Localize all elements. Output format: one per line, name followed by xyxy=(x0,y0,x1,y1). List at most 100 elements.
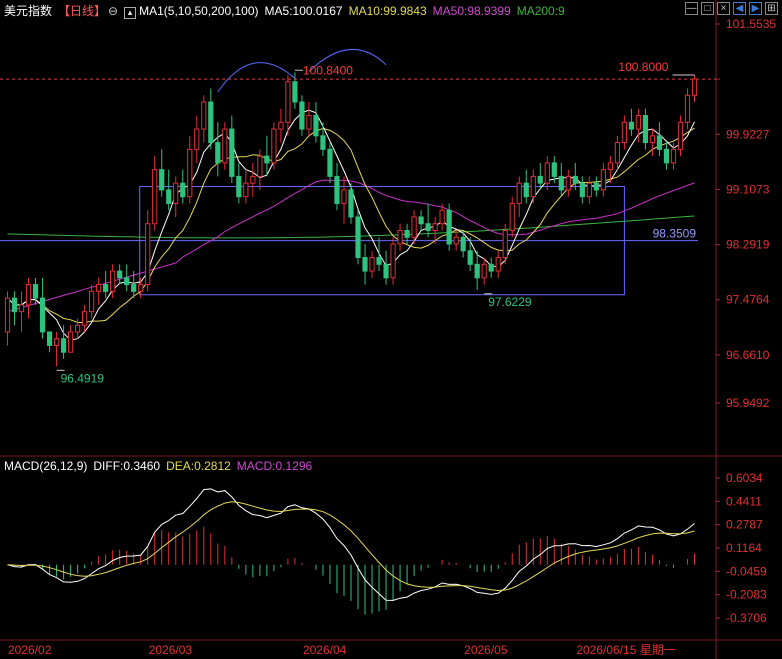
candle-up xyxy=(691,78,698,96)
candle-down xyxy=(376,257,382,265)
candle-down xyxy=(642,115,649,144)
candle-down xyxy=(474,263,480,279)
candle-up xyxy=(201,101,207,130)
candle-down xyxy=(292,81,298,103)
price-tick-label: 98.2919 xyxy=(726,238,770,252)
candle-up xyxy=(502,229,508,259)
candle-down xyxy=(467,250,473,265)
candle-down xyxy=(663,148,670,164)
candle-down xyxy=(11,297,18,313)
candle-down xyxy=(460,236,466,252)
candle-up xyxy=(138,284,144,292)
candle-down xyxy=(362,257,368,272)
candle-up xyxy=(194,128,200,150)
candle-down xyxy=(558,175,564,191)
candle-up xyxy=(145,223,151,286)
candle-down xyxy=(208,101,214,144)
candle-up xyxy=(635,115,642,130)
candle-down xyxy=(334,175,340,204)
candle-up xyxy=(684,94,691,123)
macd-tick-label: 0.1164 xyxy=(726,541,762,555)
candle-up xyxy=(369,257,375,272)
candle-up xyxy=(341,189,347,204)
candle-down xyxy=(593,182,599,191)
candle-up xyxy=(677,121,684,150)
candle-down xyxy=(579,182,585,198)
candle-up xyxy=(649,135,656,144)
candle-down xyxy=(215,142,221,164)
candle-down xyxy=(60,338,67,353)
low-label: 96.4919 xyxy=(61,371,105,385)
candle-down xyxy=(628,121,635,130)
low-label: 97.6229 xyxy=(488,295,532,309)
macd-tick-label: 0.4411 xyxy=(726,494,762,508)
price-tick-label: 97.4764 xyxy=(726,293,770,307)
candle-down xyxy=(103,284,109,292)
candle-up xyxy=(187,148,193,198)
macd-tick-label: -0.0459 xyxy=(726,564,767,578)
current-price-bg xyxy=(720,71,780,88)
high-label: 100.8400 xyxy=(303,63,353,77)
candle-down xyxy=(523,182,529,198)
candle-up xyxy=(495,257,501,272)
candle-down xyxy=(348,189,354,218)
candle-up xyxy=(285,81,291,123)
candle-down xyxy=(572,175,578,184)
candle-up xyxy=(600,169,606,191)
candle-down xyxy=(229,128,235,177)
date-label: 2026/05 xyxy=(464,643,508,657)
support-label: 98.3509 xyxy=(653,227,697,241)
candle-up xyxy=(621,121,627,144)
candle-down xyxy=(446,209,452,245)
macd-tick-label: 0.2787 xyxy=(726,518,763,532)
candle-up xyxy=(411,216,417,238)
candle-down xyxy=(264,155,270,164)
candle-up xyxy=(439,209,445,225)
candle-down xyxy=(39,297,46,333)
candle-down xyxy=(299,101,305,130)
candle-up xyxy=(565,175,571,191)
pattern-arc xyxy=(217,62,296,93)
candle-up xyxy=(173,182,179,204)
candle-up xyxy=(82,311,88,326)
candle-up xyxy=(481,263,487,279)
candle-down xyxy=(131,284,137,292)
candle-down xyxy=(313,115,319,137)
candle-up xyxy=(110,270,116,292)
candle-up xyxy=(53,338,60,346)
candle-down xyxy=(656,135,663,150)
candle-up xyxy=(516,182,522,204)
candle-down xyxy=(159,169,165,191)
candle-up xyxy=(152,169,158,225)
candle-up xyxy=(67,331,74,353)
candle-up xyxy=(271,128,277,164)
candle-up xyxy=(544,162,550,184)
candle-up xyxy=(432,223,438,231)
candle-up xyxy=(18,304,25,313)
candle-down xyxy=(425,223,431,231)
macd-tick-label: -0.2083 xyxy=(726,588,767,602)
candle-up xyxy=(390,243,396,279)
candle-up xyxy=(397,229,403,245)
candle-down xyxy=(166,189,172,204)
price-tick-label: 95.9492 xyxy=(726,396,770,410)
candle-up xyxy=(530,175,536,198)
candle-down xyxy=(320,135,326,150)
candle-up xyxy=(89,290,95,313)
candle-down xyxy=(180,182,186,198)
candle-down xyxy=(418,216,424,225)
macd-tick-label: 0.6034 xyxy=(726,471,763,485)
stock-chart[interactable]: 101.5535100.738199.922799.107398.291997.… xyxy=(0,0,782,659)
candle-up xyxy=(75,324,81,333)
candle-down xyxy=(537,175,543,184)
candle-down xyxy=(488,263,494,272)
candle-up xyxy=(306,115,312,130)
high-label: 100.8000 xyxy=(618,60,668,74)
candle-down xyxy=(551,162,557,177)
date-label: 2026/06/15 星期一 xyxy=(576,643,675,657)
candle-up xyxy=(257,155,263,177)
candle-up xyxy=(4,297,11,333)
candle-up xyxy=(509,202,515,231)
candle-up xyxy=(278,121,284,130)
candle-down xyxy=(117,270,123,279)
